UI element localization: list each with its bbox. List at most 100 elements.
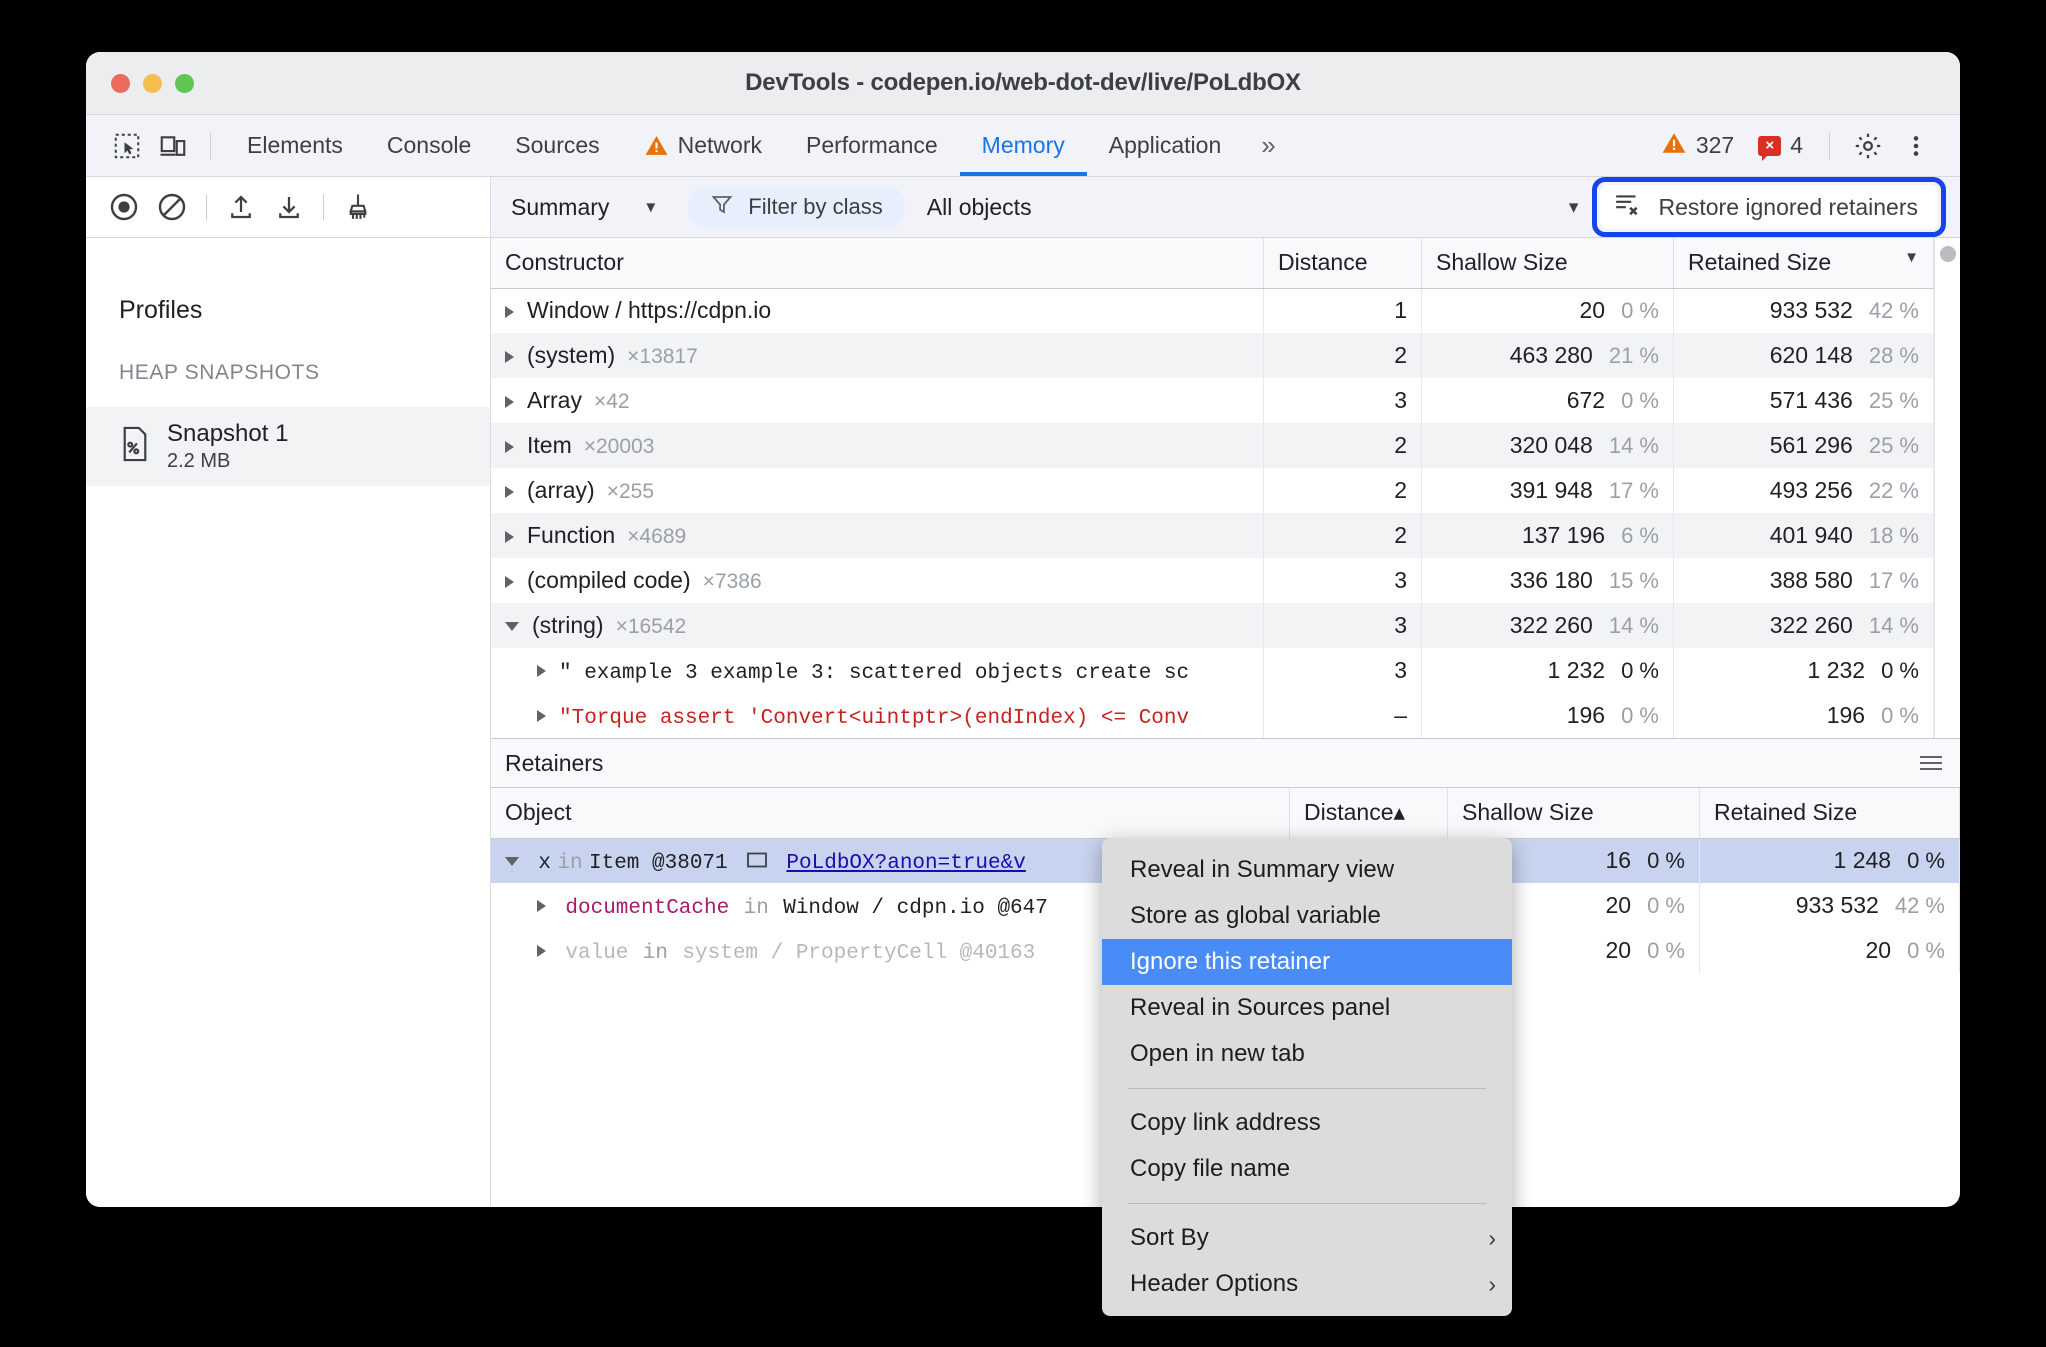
retainer-link[interactable]: PoLdbOX?anon=true&v bbox=[786, 852, 1025, 875]
shallow-size-cell: 20 0 % bbox=[1421, 288, 1674, 333]
tab-application[interactable]: Application bbox=[1087, 115, 1244, 176]
shallow-size-value: 20 bbox=[1605, 892, 1632, 918]
column-header-distance[interactable]: Distance bbox=[1263, 238, 1422, 289]
table-row[interactable]: (array) ×255 2 391 948 17 % 493 256 22 % bbox=[491, 468, 1934, 513]
column-header-constructor[interactable]: Constructor bbox=[491, 238, 1264, 289]
objects-select[interactable]: All objects bbox=[927, 194, 1032, 221]
expand-triangle-icon[interactable] bbox=[505, 485, 514, 498]
table-row[interactable]: " example 3 example 3: scattered objects… bbox=[491, 648, 1934, 693]
node-chip-icon bbox=[746, 848, 768, 875]
retained-size-pct: 0 % bbox=[1881, 703, 1919, 728]
table-row[interactable]: Item ×20003 2 320 048 14 % 561 296 25 % bbox=[491, 423, 1934, 468]
expand-triangle-icon[interactable] bbox=[505, 306, 514, 319]
table-row[interactable]: (compiled code) ×7386 3 336 180 15 % 388 5… bbox=[491, 558, 1934, 603]
retainers-options-icon[interactable] bbox=[1920, 756, 1942, 770]
scrollbar-thumb[interactable] bbox=[1940, 246, 1956, 262]
shallow-size-cell: 322 260 14 % bbox=[1421, 603, 1674, 648]
expand-triangle-icon[interactable] bbox=[537, 900, 546, 913]
shallow-size-cell: 672 0 % bbox=[1421, 378, 1674, 423]
table-row[interactable]: (system) ×13817 2 463 280 21 % 620 148 28 % bbox=[491, 333, 1934, 378]
upload-profile-icon[interactable] bbox=[217, 183, 265, 231]
retained-size-cell: 1 248 0 % bbox=[1699, 838, 1960, 883]
restore-ignored-retainers-button[interactable]: Restore ignored retainers bbox=[1600, 185, 1938, 229]
expand-triangle-icon[interactable] bbox=[505, 350, 514, 363]
retained-size-pct: 42 % bbox=[1868, 298, 1919, 324]
context-menu-item-copy-link-address[interactable]: Copy link address bbox=[1102, 1100, 1512, 1146]
tab-label: Memory bbox=[981, 132, 1065, 158]
column-header-object[interactable]: Object bbox=[491, 788, 1290, 839]
tab-network[interactable]: Network bbox=[622, 115, 784, 176]
view-select-value: Summary bbox=[511, 193, 610, 220]
context-menu-item-reveal-in-summary-view[interactable]: Reveal in Summary view bbox=[1102, 847, 1512, 893]
table-row[interactable]: Array ×42 3 672 0 % 571 436 25 % bbox=[491, 378, 1934, 423]
retained-size-cell: 1 232 0 % bbox=[1673, 648, 1934, 693]
tab-performance[interactable]: Performance bbox=[784, 115, 960, 176]
collapse-triangle-icon[interactable] bbox=[505, 622, 519, 632]
retainer-keyword: in bbox=[557, 851, 583, 875]
expand-triangle-icon[interactable] bbox=[505, 440, 514, 453]
context-menu-item-header-options[interactable]: Header Options › bbox=[1102, 1261, 1512, 1307]
panel-tabs: Elements Console Sources Network Perform… bbox=[225, 115, 1294, 176]
table-row[interactable]: (string) ×16542 3 322 260 14 % 322 260 14 % bbox=[491, 603, 1934, 648]
retained-size-cell: 561 296 25 % bbox=[1673, 423, 1934, 468]
retained-size-pct: 14 % bbox=[1868, 613, 1919, 638]
context-menu-item-store-as-global-variable[interactable]: Store as global variable bbox=[1102, 893, 1512, 939]
sidebar-heading: Profiles bbox=[119, 296, 203, 324]
context-menu-item-sort-by[interactable]: Sort By › bbox=[1102, 1215, 1512, 1261]
record-icon[interactable] bbox=[100, 183, 148, 231]
view-select[interactable]: Summary ▼ bbox=[511, 194, 674, 221]
context-menu-item-open-in-new-tab[interactable]: Open in new tab bbox=[1102, 1031, 1512, 1077]
retained-size-cell: 401 940 18 % bbox=[1673, 513, 1934, 558]
sidebar-item-snapshot-1[interactable]: Snapshot 1 2.2 MB bbox=[86, 407, 490, 486]
context-menu-item-reveal-in-sources-panel[interactable]: Reveal in Sources panel bbox=[1102, 985, 1512, 1031]
collapse-triangle-icon[interactable] bbox=[505, 856, 519, 866]
table-row[interactable]: Window / https://cdpn.io 1 20 0 % 933 532… bbox=[491, 288, 1934, 333]
devtools-tab-bar: Elements Console Sources Network Perform… bbox=[86, 115, 1960, 177]
warning-triangle-icon bbox=[1661, 130, 1687, 162]
instance-count: ×7386 bbox=[702, 570, 762, 593]
shallow-size-pct: 0 % bbox=[1621, 658, 1659, 683]
constructor-cell: (system) ×13817 bbox=[491, 333, 1264, 378]
tab-elements[interactable]: Elements bbox=[225, 115, 365, 176]
expand-triangle-icon[interactable] bbox=[505, 395, 514, 408]
constructors-scrollbar[interactable] bbox=[1934, 238, 1960, 738]
table-row[interactable]: "Torque assert 'Convert<uintptr>(endInde… bbox=[491, 693, 1934, 738]
expand-triangle-icon[interactable] bbox=[537, 945, 546, 958]
table-row[interactable]: Function ×4689 2 137 196 6 % 401 940 18 % bbox=[491, 513, 1934, 558]
error-count: 4 bbox=[1790, 132, 1803, 158]
retained-size-value: 561 296 bbox=[1769, 432, 1853, 458]
chevron-down-icon[interactable]: ▾ bbox=[1569, 196, 1589, 219]
restore-ignored-retainers-label: Restore ignored retainers bbox=[1658, 193, 1918, 220]
filter-by-class-input[interactable]: Filter by class bbox=[688, 185, 905, 229]
shallow-size-pct: 14 % bbox=[1608, 433, 1659, 458]
context-menu-item-ignore-this-retainer[interactable]: Ignore this retainer bbox=[1102, 939, 1512, 985]
tab-console[interactable]: Console bbox=[365, 115, 493, 176]
tab-sources[interactable]: Sources bbox=[493, 115, 621, 176]
expand-triangle-icon[interactable] bbox=[505, 575, 514, 588]
column-header-retained-size[interactable]: Retained Size bbox=[1699, 788, 1960, 839]
gear-icon[interactable] bbox=[1846, 124, 1890, 168]
expand-triangle-icon[interactable] bbox=[537, 665, 546, 678]
retained-size-value: 933 532 bbox=[1795, 892, 1879, 918]
distance-cell: 2 bbox=[1263, 423, 1422, 468]
shallow-size-value: 322 260 bbox=[1509, 612, 1593, 638]
context-menu-item-copy-file-name[interactable]: Copy file name bbox=[1102, 1146, 1512, 1192]
inspect-element-icon[interactable] bbox=[104, 123, 150, 169]
download-profile-icon[interactable] bbox=[265, 183, 313, 231]
device-toolbar-icon[interactable] bbox=[150, 123, 196, 169]
tab-memory[interactable]: Memory bbox=[959, 115, 1087, 176]
column-header-retained-size[interactable]: Retained Size ▼ bbox=[1673, 238, 1934, 289]
collect-garbage-broom-icon[interactable] bbox=[334, 183, 382, 231]
more-tabs-button[interactable]: » bbox=[1243, 130, 1293, 161]
warning-count-button[interactable]: 327 bbox=[1651, 130, 1744, 162]
clear-icon[interactable] bbox=[148, 183, 196, 231]
kebab-menu-icon[interactable] bbox=[1894, 124, 1938, 168]
tab-label: Application bbox=[1108, 132, 1222, 158]
expand-triangle-icon[interactable] bbox=[505, 530, 514, 543]
expand-triangle-icon[interactable] bbox=[537, 710, 546, 723]
toolbar-divider bbox=[210, 131, 211, 160]
column-header-shallow-size[interactable]: Shallow Size bbox=[1421, 238, 1674, 289]
column-header-distance[interactable]: Distance▴ bbox=[1289, 788, 1448, 839]
column-header-shallow-size[interactable]: Shallow Size bbox=[1447, 788, 1700, 839]
error-count-button[interactable]: × 4 bbox=[1748, 132, 1813, 161]
